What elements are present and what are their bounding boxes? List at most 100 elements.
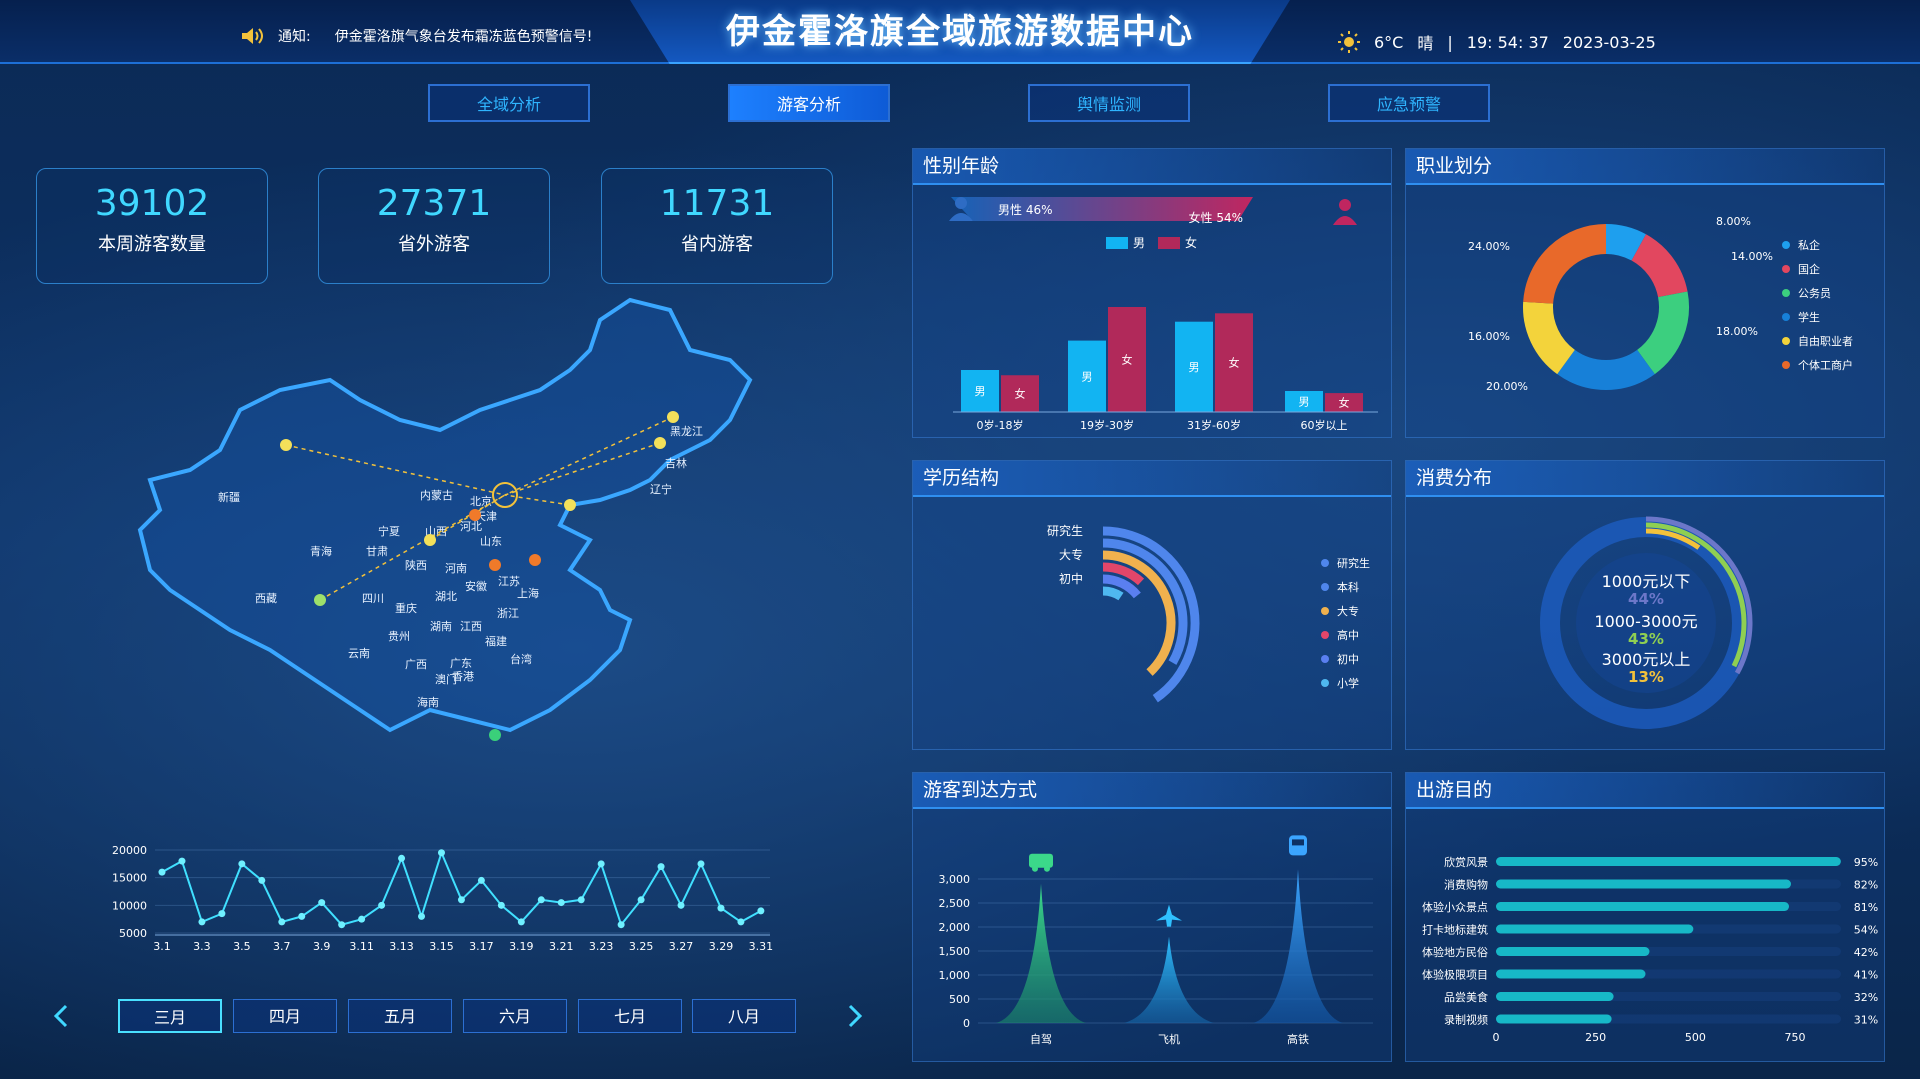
daily-series-line: [161, 849, 762, 927]
month-button-april[interactable]: 四月: [233, 999, 337, 1033]
month-button-may[interactable]: 五月: [348, 999, 452, 1033]
x-tick-label: 250: [1585, 1031, 1606, 1044]
purpose-bar: [1496, 947, 1650, 956]
month-button-july[interactable]: 七月: [578, 999, 682, 1033]
temperature: 6°C: [1374, 32, 1404, 52]
daily-point: [757, 907, 765, 915]
separator: |: [1447, 32, 1453, 52]
purpose-category-label: 打卡地标建筑: [1422, 923, 1488, 937]
legend-dot: [1321, 679, 1329, 687]
male-ratio-label: 男性 46%: [998, 203, 1053, 217]
x-tick-label: 3.3: [193, 940, 211, 953]
stat-value: 39102: [94, 183, 210, 224]
purpose-percent-label: 54%: [1854, 924, 1878, 937]
prev-month-button[interactable]: [50, 1003, 74, 1029]
daily-point: [437, 849, 445, 857]
legend-swatch-female: [1158, 237, 1180, 249]
bar-label: 女: [1339, 396, 1350, 410]
legend-label: 初中: [1337, 652, 1359, 666]
legend-label: 学生: [1798, 310, 1820, 324]
daily-point: [258, 876, 266, 884]
map-province-label: 广西: [405, 658, 427, 671]
legend-dot: [1321, 559, 1329, 567]
speaker-icon: [242, 28, 263, 44]
next-month-button[interactable]: [842, 1003, 866, 1029]
purpose-category-label: 体验极限项目: [1422, 968, 1488, 982]
map-province-label: 辽宁: [650, 482, 672, 496]
daily-point: [338, 921, 346, 929]
x-tick-label: 3.21: [549, 940, 574, 953]
bar-label: 男: [975, 385, 986, 398]
x-tick-label: 3.23: [589, 940, 614, 953]
daily-point: [178, 857, 186, 865]
gender-age-chart: 男性 46% 女性 54% 男 女 男女0岁-18岁男女19岁-30岁男 女31岁…: [949, 197, 1378, 432]
map-province-label: 山东: [480, 535, 502, 548]
tab-public-opinion[interactable]: 舆情监测: [1028, 84, 1190, 122]
page-title: 伊金霍洛旗全域旅游数据中心: [726, 12, 1194, 52]
month-button-march[interactable]: 三月: [118, 999, 222, 1033]
stat-label: 省外游客: [398, 234, 470, 255]
map-province-label: 四川: [362, 592, 384, 605]
purpose-bar: [1496, 879, 1792, 889]
month-button-june[interactable]: 六月: [463, 999, 567, 1033]
tab-overall-analysis[interactable]: 全域分析: [428, 84, 590, 122]
map-province-label: 吉林: [665, 456, 687, 470]
x-category-label: 0岁-18岁: [977, 418, 1024, 432]
legend-label: 高中: [1337, 628, 1359, 642]
legend-swatch-male: [1106, 237, 1128, 249]
daily-point: [637, 896, 645, 904]
x-tick-label: 3.31: [749, 940, 774, 953]
legend-dot: [1321, 583, 1329, 591]
weather-bar: 6°C 晴 | 19: 54: 37 2023-03-25: [1338, 30, 1656, 54]
arrival-mode-chart: 3,000 2,500 2,000 1,500 1,000 500 0 自驾 飞机 高铁: [939, 835, 1373, 1046]
travel-purpose-chart: 欣赏风景 95% 消费购物 82% 体验小众景点 81% 打卡地标建筑 54% 体验地方民俗 42…: [1422, 855, 1878, 1044]
x-tick-label: 3.7: [273, 940, 291, 953]
daily-point: [737, 918, 745, 926]
map-province-label: 云南: [348, 647, 370, 660]
map-province-label: 甘肃: [366, 545, 388, 558]
ring-percent-label: 13%: [1628, 668, 1664, 686]
ring-percent-label: 44%: [1628, 590, 1664, 608]
month-button-august[interactable]: 八月: [692, 999, 796, 1033]
daily-visitors-chart: 20000 15000 10000 5000 3.1 3.3 3.5 3.7 3.9 3.11 3…: [112, 844, 774, 953]
x-tick-label: 3.5: [233, 940, 251, 953]
arrival-peak: [996, 883, 1086, 1023]
legend-label: 自由职业者: [1798, 334, 1853, 348]
purpose-category-label: 体验地方民俗: [1422, 945, 1488, 959]
ring-category-label: 1000-3000元: [1594, 612, 1697, 631]
daily-point: [457, 896, 465, 904]
x-tick-label: 500: [1685, 1031, 1706, 1044]
x-tick-label: 3.17: [469, 940, 494, 953]
map-point: [667, 411, 679, 423]
purpose-category-label: 欣赏风景: [1444, 855, 1488, 869]
map-province-label: 陕西: [405, 558, 427, 572]
legend-label: 公务员: [1798, 287, 1831, 300]
purpose-percent-label: 42%: [1854, 946, 1878, 959]
arrival-peak: [1253, 869, 1343, 1023]
tab-visitor-analysis[interactable]: 游客分析: [728, 84, 890, 122]
clock-date: 2023-03-25: [1562, 32, 1656, 52]
x-tick-label: 3.1: [153, 940, 171, 953]
donut-slice: [1523, 224, 1607, 305]
chevron-left-icon: [53, 1004, 68, 1028]
slice-percent-label: 8.00%: [1716, 215, 1751, 228]
axis-label: 研究生: [1047, 523, 1083, 538]
x-category-label: 19岁-30岁: [1080, 418, 1134, 432]
daily-point: [358, 915, 366, 923]
stat-weekly-visitors: 39102 本周游客数量: [36, 168, 268, 284]
x-category-label: 31岁-60岁: [1187, 418, 1241, 432]
panel-gender-age: 性别年龄 男性 46% 女性 54% 男 女 男女 0岁-18岁男女 19岁-30岁…: [912, 148, 1392, 438]
panel-title: 性别年龄: [913, 149, 1391, 185]
panel-title: 消费分布: [1406, 461, 1884, 497]
legend-label: 本科: [1337, 580, 1359, 594]
daily-point: [298, 912, 306, 920]
purpose-category-label: 品尝美食: [1444, 990, 1488, 1004]
tab-emergency-warning[interactable]: 应急预警: [1328, 84, 1490, 122]
x-tick-label: 3.25: [629, 940, 654, 953]
ring-percent-label: 43%: [1628, 630, 1664, 648]
x-tick-label: 3.29: [709, 940, 734, 953]
slice-percent-label: 16.00%: [1468, 330, 1510, 343]
purpose-percent-label: 81%: [1854, 901, 1878, 914]
map-point: [564, 499, 576, 511]
y-tick-label: 10000: [112, 899, 147, 912]
